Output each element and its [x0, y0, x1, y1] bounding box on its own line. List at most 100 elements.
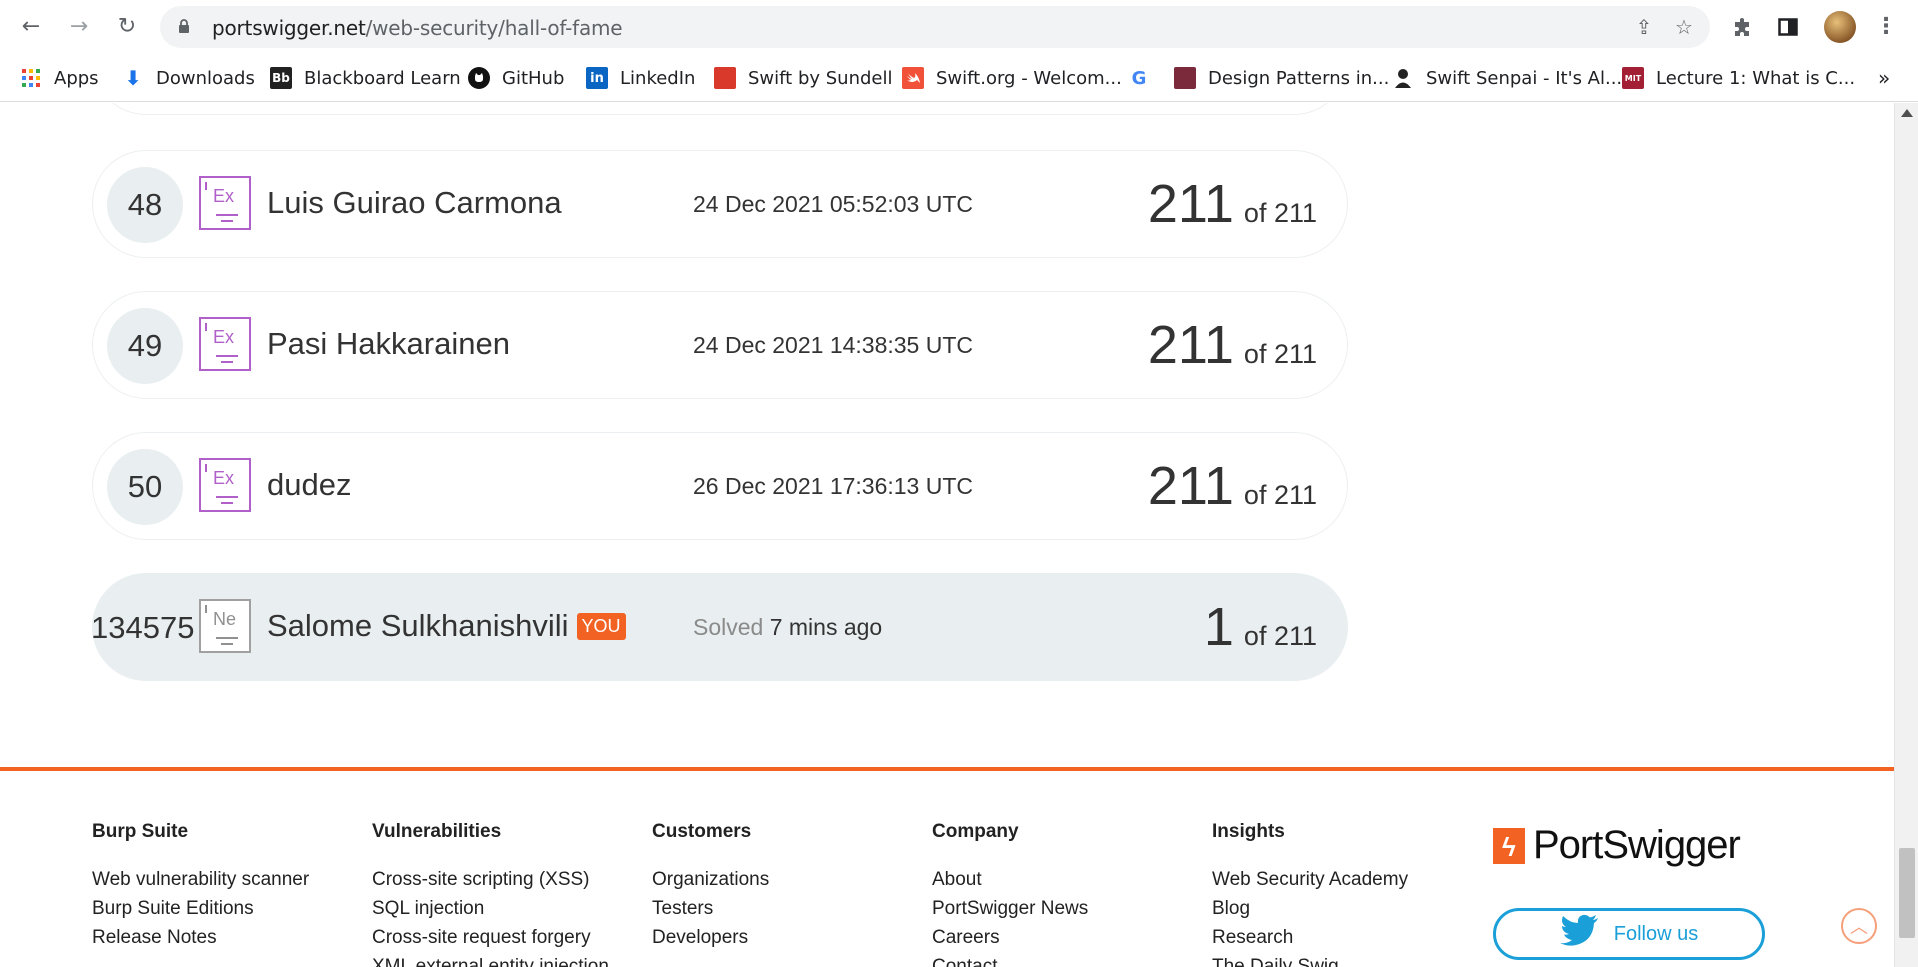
bookmark-label: Blackboard Learn	[304, 67, 461, 89]
download-icon: ⬇	[124, 66, 142, 90]
design-patterns-icon	[1174, 67, 1196, 89]
footer-link[interactable]: The Daily Swig	[1212, 952, 1472, 967]
rank-number: 50	[107, 449, 183, 525]
linkedin-icon: in	[586, 67, 608, 89]
profile-avatar[interactable]	[1824, 11, 1856, 43]
score-value: 1	[1203, 597, 1234, 657]
user-name: Luis Guirao Carmona	[267, 185, 562, 220]
score-total: of 211	[1243, 339, 1317, 369]
bookmark-blackboard[interactable]: Bb Blackboard Learn	[270, 66, 461, 90]
footer-link[interactable]: Web Security Academy	[1212, 865, 1472, 894]
score-value: 211	[1147, 315, 1234, 375]
footer-link[interactable]: Developers	[652, 923, 912, 952]
badge-label: Ex	[213, 186, 235, 206]
badge-label: Ex	[213, 468, 235, 488]
bookmarks-overflow-icon[interactable]: »	[1878, 66, 1890, 90]
footer-column-company: Company About PortSwigger News Careers C…	[932, 821, 1192, 967]
footer-column-vulnerabilities: Vulnerabilities Cross-site scripting (XS…	[372, 821, 632, 967]
expert-badge-icon: Ex	[199, 317, 251, 371]
browser-toolbar: ← → ↻ portswigger.net/web-security/hall-…	[0, 0, 1918, 54]
url-text: portswigger.net/web-security/hall-of-fam…	[212, 16, 623, 40]
menu-icon[interactable]: ⋮	[1872, 13, 1900, 41]
bookmark-mit-lecture[interactable]: MIT Lecture 1: What is C...	[1622, 66, 1855, 90]
user-name-text: Salome Sulkhanishvili	[267, 608, 569, 643]
bookmark-google[interactable]: G	[1128, 66, 1162, 90]
forward-icon[interactable]: →	[64, 11, 94, 41]
rank-number: 49	[107, 308, 183, 384]
you-badge: YOU	[576, 613, 626, 640]
footer-divider	[0, 767, 1894, 771]
rank-number: 48	[107, 167, 183, 243]
footer-link[interactable]: Cross-site request forgery	[372, 923, 632, 952]
footer-link[interactable]: SQL injection	[372, 894, 632, 923]
bookmark-label: LinkedIn	[620, 67, 696, 89]
bookmark-apps[interactable]: Apps	[20, 66, 99, 90]
footer-link[interactable]: Research	[1212, 923, 1472, 952]
footer-column-title: Burp Suite	[92, 821, 189, 842]
share-icon[interactable]: ⇪	[1632, 16, 1656, 38]
footer-link[interactable]: Web vulnerability scanner	[92, 865, 352, 894]
swift-senpai-icon	[1392, 67, 1414, 89]
bookmark-label: Swift by Sundell	[748, 67, 893, 89]
bookmark-swift-by-sundell[interactable]: Swift by Sundell	[714, 66, 893, 90]
scroll-up-arrow-icon[interactable]	[1901, 109, 1913, 117]
score-total: of 211	[1243, 621, 1317, 651]
page-content: 48 Ex Luis Guirao Carmona 24 Dec 2021 05…	[0, 103, 1894, 967]
bookmark-linkedin[interactable]: in LinkedIn	[586, 66, 695, 90]
bookmark-label: Swift Senpai - It's Al...	[1426, 67, 1623, 89]
footer-link[interactable]: Contact	[932, 952, 1192, 967]
extensions-icon[interactable]	[1728, 13, 1756, 41]
bookmark-swift-org[interactable]: Swift.org - Welcom...	[902, 66, 1122, 90]
mit-ocw-icon: MIT	[1622, 67, 1644, 89]
footer-link[interactable]: XML external entity injection	[372, 952, 632, 967]
star-icon[interactable]: ☆	[1672, 16, 1696, 38]
bookmark-label: Apps	[54, 67, 99, 89]
side-panel-icon[interactable]	[1774, 13, 1802, 41]
bookmark-design-patterns[interactable]: Design Patterns in...	[1174, 66, 1389, 90]
leaderboard-row: 49 Ex Pasi Hakkarainen 24 Dec 2021 14:38…	[92, 291, 1348, 399]
lock-icon	[179, 19, 189, 33]
bookmark-label: Swift.org - Welcom...	[936, 67, 1122, 89]
footer-column-title: Insights	[1212, 821, 1285, 842]
expert-badge-icon: Ex	[199, 458, 251, 512]
bookmark-swift-senpai[interactable]: Swift Senpai - It's Al...	[1392, 66, 1622, 90]
footer-link[interactable]: Blog	[1212, 894, 1472, 923]
footer-column-title: Vulnerabilities	[372, 821, 502, 842]
portswigger-logo[interactable]: ϟ PortSwigger	[1493, 823, 1741, 868]
score: 211 of 211	[1148, 455, 1317, 517]
footer-link[interactable]: About	[932, 865, 1192, 894]
page-scrollbar[interactable]	[1894, 103, 1918, 967]
footer-link[interactable]: Release Notes	[92, 923, 352, 952]
follow-us-label: Follow us	[1613, 922, 1699, 945]
footer-link[interactable]: Organizations	[652, 865, 912, 894]
bookmark-label: Design Patterns in...	[1208, 67, 1390, 89]
bookmark-github[interactable]: GitHub	[468, 66, 564, 90]
back-to-top-icon[interactable]: ︿	[1841, 908, 1877, 944]
reload-icon[interactable]: ↻	[112, 11, 142, 41]
bookmark-downloads[interactable]: ⬇ Downloads	[122, 66, 255, 90]
google-icon: G	[1131, 67, 1147, 89]
bookmark-label: Lecture 1: What is C...	[1656, 67, 1856, 89]
swift-icon	[902, 67, 924, 89]
follow-us-button[interactable]: Follow us	[1493, 908, 1765, 960]
footer-link[interactable]: PortSwigger News	[932, 894, 1192, 923]
my-leaderboard-row: 134575 Ne Salome Sulkhanishvili YOU Solve…	[91, 573, 1348, 681]
footer-link[interactable]: Burp Suite Editions	[92, 894, 352, 923]
score: 1 of 211	[1204, 596, 1317, 658]
user-name: dudez	[267, 467, 352, 502]
address-bar[interactable]: portswigger.net/web-security/hall-of-fam…	[160, 6, 1710, 48]
url-path: /web-security/hall-of-fame	[365, 16, 623, 40]
leaderboard-row	[92, 103, 1348, 115]
footer-link[interactable]: Cross-site scripting (XSS)	[372, 865, 632, 894]
bookmarks-bar: Apps ⬇ Downloads Bb Blackboard Learn Git…	[0, 54, 1918, 102]
footer-link[interactable]: Testers	[652, 894, 912, 923]
github-icon	[468, 67, 490, 89]
solved-label: Solved	[693, 614, 764, 640]
sundell-icon	[714, 67, 736, 89]
footer-column-customers: Customers Organizations Testers Develope…	[652, 821, 912, 952]
user-name: Salome Sulkhanishvili YOU	[267, 608, 626, 644]
scroll-thumb[interactable]	[1899, 848, 1915, 938]
back-icon[interactable]: ←	[16, 11, 46, 41]
bookmark-label: Downloads	[156, 67, 255, 89]
footer-link[interactable]: Careers	[932, 923, 1192, 952]
